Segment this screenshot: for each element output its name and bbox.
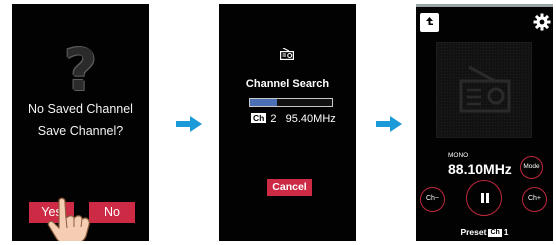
- channel-up-button[interactable]: Ch+: [522, 187, 547, 212]
- top-status-line: [416, 4, 553, 7]
- preset-label: Preset: [460, 227, 487, 237]
- audio-mode-label: MONO: [448, 152, 469, 159]
- search-progress-bar: [249, 98, 333, 107]
- channel-badge: Ch: [251, 113, 267, 123]
- search-frequency: 95.40MHz: [285, 113, 336, 125]
- no-saved-channel-text: No Saved Channel: [28, 102, 133, 116]
- radio-player-screen: MONO 88.10MHz Mode Ch− Ch+ Preset Ch 1: [416, 4, 553, 241]
- back-arrow-icon: [426, 17, 433, 25]
- channel-down-button[interactable]: Ch−: [420, 187, 445, 212]
- current-frequency: 88.10MHz: [448, 161, 512, 177]
- pause-icon: [481, 193, 489, 203]
- no-saved-channel-screen: ? No Saved Channel Save Channel? Yes No: [12, 4, 149, 241]
- channel-readout: Ch 2 95.40MHz: [251, 113, 336, 125]
- cancel-button[interactable]: Cancel: [267, 179, 312, 196]
- back-button[interactable]: [420, 13, 439, 32]
- no-button[interactable]: No: [89, 202, 135, 223]
- next-step-arrow-icon: [176, 116, 202, 132]
- channel-search-title: Channel Search: [245, 78, 330, 90]
- question-mark-icon: ?: [63, 36, 98, 104]
- pause-button[interactable]: [466, 180, 502, 216]
- next-step-arrow-icon: [376, 116, 402, 132]
- gear-icon[interactable]: [533, 13, 551, 31]
- radio-icon: [459, 65, 511, 113]
- mode-button[interactable]: Mode: [520, 156, 543, 179]
- station-art: [436, 42, 532, 138]
- channel-number: 2: [270, 113, 277, 125]
- channel-search-screen: Channel Search Ch 2 95.40MHz Cancel: [219, 4, 356, 241]
- radio-icon: [280, 48, 294, 60]
- preset-number: 1: [503, 227, 509, 237]
- preset-indicator: Preset Ch 1: [416, 227, 553, 237]
- search-progress-fill: [250, 99, 278, 106]
- hand-pointer-icon: [47, 197, 90, 241]
- preset-channel-badge: Ch: [488, 229, 502, 237]
- save-channel-prompt: Save Channel?: [37, 124, 124, 138]
